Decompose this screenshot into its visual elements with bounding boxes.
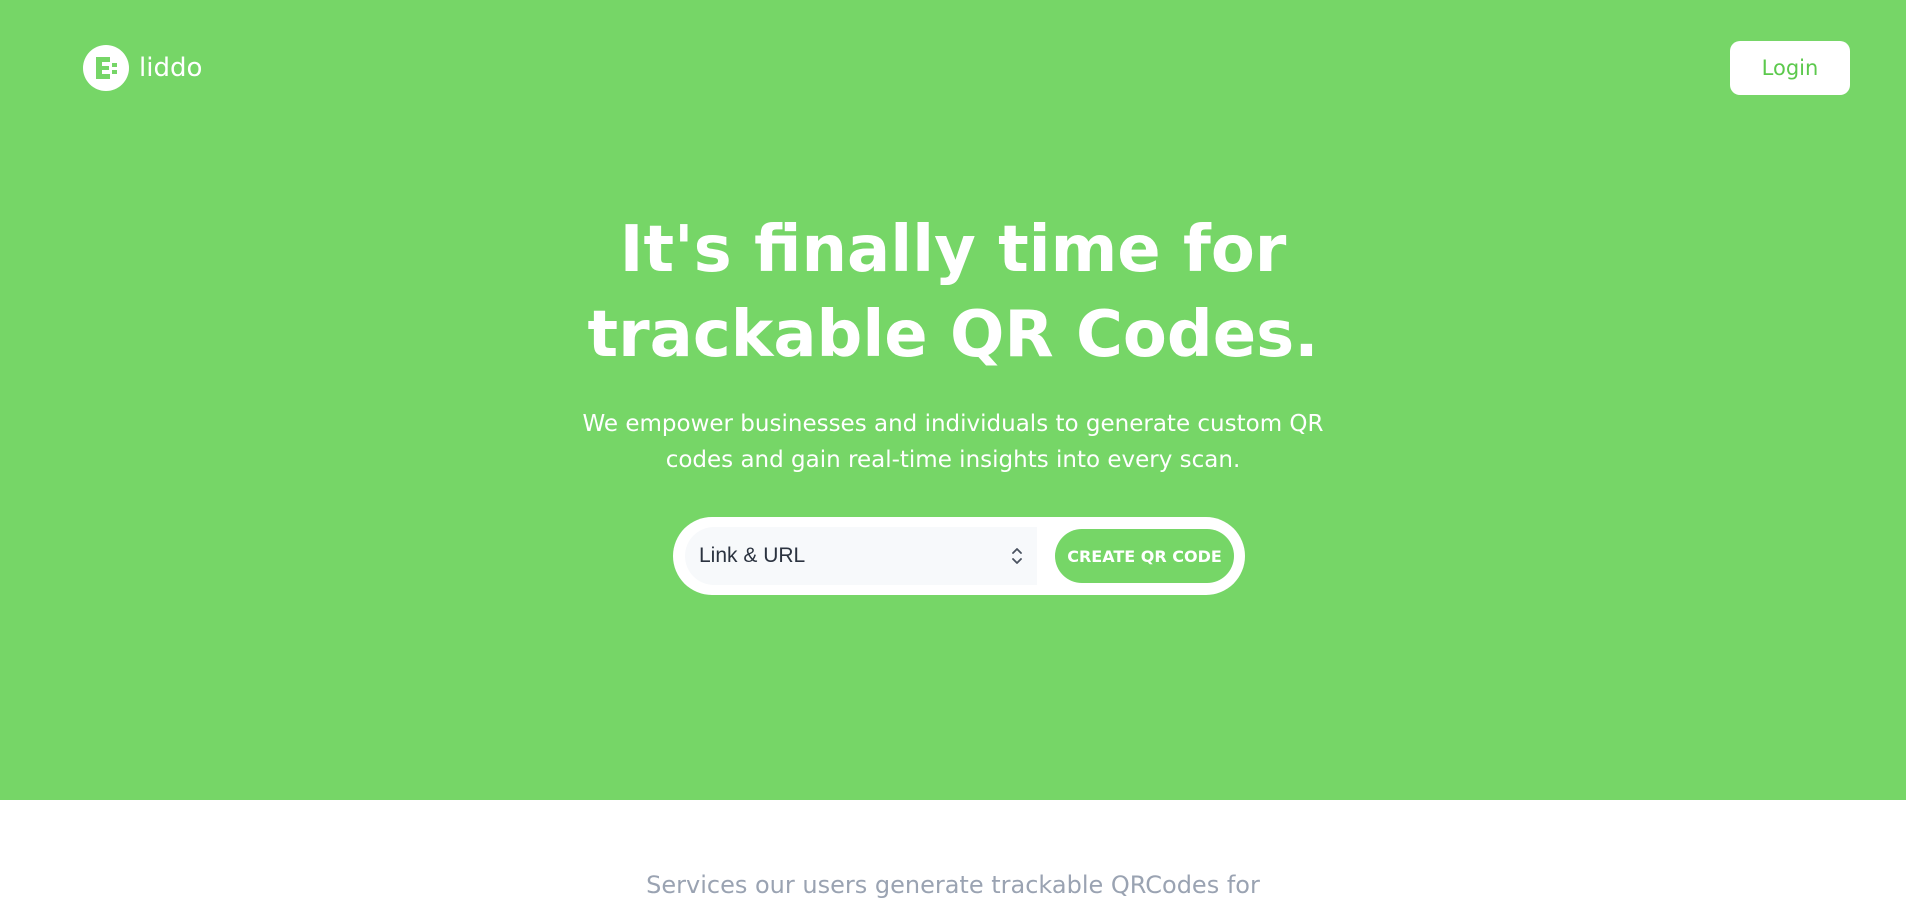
brand-logo[interactable]: liddo — [83, 45, 202, 91]
qr-create-form: Link & URL CREATE QR CODE — [673, 517, 1245, 595]
liddo-logo-icon — [83, 45, 129, 91]
qr-type-select[interactable]: Link & URL — [685, 527, 1037, 585]
chevron-up-down-icon — [1011, 546, 1023, 571]
qr-type-select-value: Link & URL — [699, 544, 806, 567]
services-heading: Services our users generate trackable QR… — [646, 871, 1260, 899]
hero-subtitle-line-1: We empower businesses and individuals to… — [582, 411, 1324, 437]
hero-section: liddo Login It's finally time for tracka… — [0, 0, 1906, 800]
hero-subtitle-line-2: codes and gain real-time insights into e… — [665, 447, 1241, 473]
hero-headline-line-1: It's finally time for — [619, 213, 1287, 287]
create-qr-code-button[interactable]: CREATE QR CODE — [1055, 529, 1234, 583]
hero-subtitle: We empower businesses and individuals to… — [553, 406, 1353, 478]
login-button[interactable]: Login — [1730, 41, 1850, 95]
brand-name: liddo — [139, 53, 203, 83]
hero-headline: It's finally time for trackable QR Codes… — [453, 208, 1453, 378]
hero-headline-line-2: trackable QR Codes. — [587, 298, 1319, 372]
